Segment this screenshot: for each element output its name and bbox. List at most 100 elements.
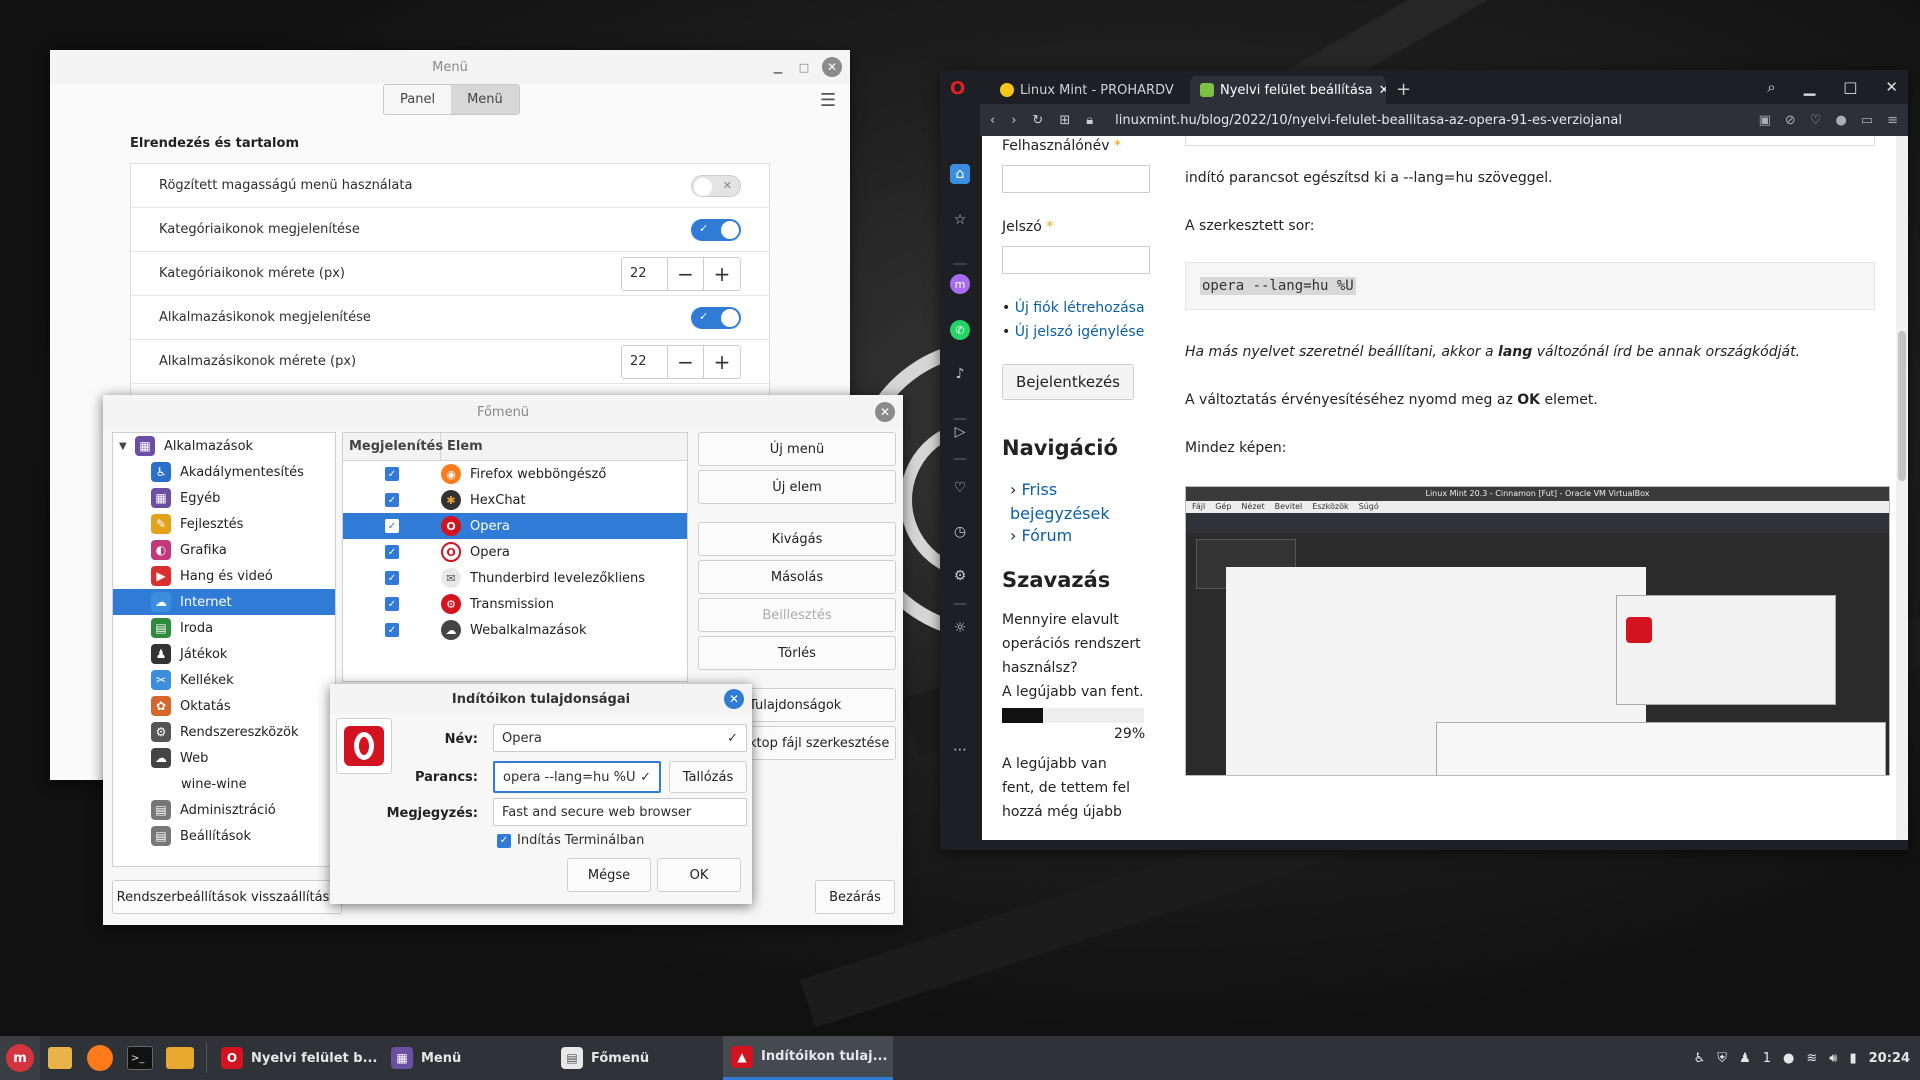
maximize-icon[interactable]: □ xyxy=(1843,78,1857,96)
history-icon[interactable]: ◷ xyxy=(950,522,970,542)
browse-button[interactable]: Tallózás xyxy=(669,761,747,793)
launcher-icon-button[interactable] xyxy=(336,718,392,774)
minus-icon[interactable]: − xyxy=(668,345,704,378)
dialog-titlebar[interactable]: Indítóikon tulajdonságai ✕ xyxy=(330,684,752,714)
accessibility-icon[interactable]: ♿ xyxy=(1694,1051,1706,1066)
tiktok-icon[interactable]: ♪ xyxy=(950,364,970,384)
battery-icon[interactable]: ▮ xyxy=(1849,1051,1856,1066)
list-item[interactable]: ✓ O Opera xyxy=(343,513,687,539)
url-field[interactable]: linuxmint.hu/blog/2022/10/nyelvi-felulet… xyxy=(1115,113,1622,128)
close-icon[interactable]: ✕ xyxy=(875,402,895,422)
category-icons-toggle[interactable]: ✓ xyxy=(691,218,741,241)
column-header-show[interactable]: Megjelenítés xyxy=(343,433,443,460)
delete-button[interactable]: Törlés xyxy=(698,636,896,670)
spin-value[interactable]: 22 xyxy=(622,345,668,378)
workspace-indicator[interactable]: 1 xyxy=(1763,1051,1771,1066)
spin-value[interactable]: 22 xyxy=(622,257,668,290)
taskbar-task[interactable]: ▲ Indítóikon tulaj... xyxy=(723,1036,893,1080)
taskbar-task[interactable]: O Nyelvi felület b... xyxy=(213,1036,383,1080)
taskbar-task[interactable]: ▦ Menü xyxy=(383,1036,553,1080)
adblock-icon[interactable]: ⊘ xyxy=(1785,113,1796,128)
scrollbar-thumb[interactable] xyxy=(1898,331,1906,481)
home-icon[interactable]: ⌂ xyxy=(950,164,970,184)
heart-icon[interactable]: ♡ xyxy=(1810,113,1822,128)
shield-icon[interactable]: ⛨ xyxy=(1717,1051,1727,1066)
reload-icon[interactable]: ↻ xyxy=(1032,113,1043,128)
tab-panel[interactable]: Panel xyxy=(384,85,452,114)
show-checkbox[interactable]: ✓ xyxy=(385,545,399,559)
expander-icon[interactable]: ▼ xyxy=(119,441,127,452)
network-icon[interactable]: ≋ xyxy=(1806,1051,1817,1066)
list-item[interactable]: ✓ O Opera xyxy=(343,539,687,565)
password-input[interactable] xyxy=(1002,246,1150,274)
tips-icon[interactable]: ☼ xyxy=(950,618,970,638)
new-tab-icon[interactable]: + xyxy=(1396,79,1411,100)
messenger-icon[interactable]: m xyxy=(950,274,970,294)
embedded-screenshot[interactable]: Linux Mint 20.3 - Cinnamon [Fut] - Oracl… xyxy=(1185,486,1890,776)
minimize-icon[interactable]: ▁ xyxy=(1804,78,1816,96)
tree-item[interactable]: ♟ Játékok xyxy=(113,641,335,667)
fomenu-titlebar[interactable]: Főmenü ✕ xyxy=(103,395,903,429)
minimize-icon[interactable]: ▁ xyxy=(770,59,786,75)
show-checkbox[interactable]: ✓ xyxy=(385,493,399,507)
newpass-link[interactable]: • Új jelszó igénylése xyxy=(1002,324,1144,340)
snapshot-icon[interactable]: ▣ xyxy=(1759,113,1771,128)
tree-item[interactable]: ◐ Grafika xyxy=(113,537,335,563)
tree-item[interactable]: ▶ Hang és videó xyxy=(113,563,335,589)
list-item[interactable]: ✓ ☁ Webalkalmazások xyxy=(343,617,687,643)
battery-saver-icon[interactable]: ▭ xyxy=(1861,113,1873,128)
close-icon[interactable]: ✕ xyxy=(724,689,744,709)
tree-item[interactable]: ✿ Oktatás xyxy=(113,693,335,719)
login-button[interactable]: Bejelentkezés xyxy=(1002,364,1134,400)
back-icon[interactable]: ‹ xyxy=(990,113,995,128)
fixed-height-toggle[interactable]: ✕ xyxy=(691,174,741,197)
mint-menu-button[interactable]: m xyxy=(0,1036,40,1080)
name-field[interactable]: Opera ✓ xyxy=(493,724,747,752)
heart-icon[interactable]: ♡ xyxy=(950,478,970,498)
list-item[interactable]: ✓ ✱ HexChat xyxy=(343,487,687,513)
easy-setup-icon[interactable]: ≡ xyxy=(1887,113,1898,128)
tree-item[interactable]: ♿ Akadálymentesítés xyxy=(113,459,335,485)
more-icon[interactable]: ⋯ xyxy=(950,740,970,760)
show-desktop-launcher[interactable] xyxy=(40,1036,80,1080)
command-field[interactable]: opera --lang=hu %U ✓ xyxy=(493,761,661,793)
nav-link-forum[interactable]: › Fórum xyxy=(1010,526,1072,545)
maximize-icon[interactable]: □ xyxy=(796,59,812,75)
taskbar-task[interactable]: ▤ Főmenü xyxy=(553,1036,723,1080)
new-item-button[interactable]: Új elem xyxy=(698,470,896,504)
tree-item[interactable]: ✎ Fejlesztés xyxy=(113,511,335,537)
terminal-option[interactable]: ✓ Indítás Terminálban xyxy=(497,833,644,848)
plus-icon[interactable]: + xyxy=(704,346,740,378)
forward-icon[interactable]: › xyxy=(1011,113,1016,128)
tree-item[interactable]: ⚙ Rendszereszközök xyxy=(113,719,335,745)
tree-item[interactable]: ▦ Egyéb xyxy=(113,485,335,511)
terminal-checkbox[interactable]: ✓ xyxy=(497,833,511,848)
minus-icon[interactable]: − xyxy=(668,257,704,290)
nav-link-recent[interactable]: › Friss bejegyzések xyxy=(1010,478,1140,526)
close-tab-icon[interactable]: ✕ xyxy=(1373,83,1386,98)
search-tabs-icon[interactable]: ⌕ xyxy=(1767,78,1775,96)
show-checkbox[interactable]: ✓ xyxy=(385,623,399,637)
page-scrollbar[interactable] xyxy=(1896,136,1908,840)
list-item[interactable]: ✓ ◉ Firefox webböngésző xyxy=(343,461,687,487)
close-icon[interactable]: ✕ xyxy=(1885,78,1898,96)
clock[interactable]: 20:24 xyxy=(1869,1051,1910,1066)
tree-item[interactable]: ▤ Adminisztráció xyxy=(113,797,335,823)
ok-button[interactable]: OK xyxy=(657,858,741,892)
tree-item[interactable]: ✂ Kellékek xyxy=(113,667,335,693)
tree-item[interactable]: ▼ ▦ Alkalmazások xyxy=(113,433,335,459)
tab-menu[interactable]: Menü xyxy=(451,85,519,114)
register-link[interactable]: • Új fiók létrehozása xyxy=(1002,300,1145,316)
hamburger-menu-icon[interactable]: ☰ xyxy=(820,90,836,111)
speed-dial-icon[interactable]: ⊞ xyxy=(1059,113,1070,128)
files-launcher[interactable] xyxy=(160,1036,200,1080)
cut-button[interactable]: Kivágás xyxy=(698,522,896,556)
notifications-icon[interactable]: ♟ xyxy=(1739,1051,1751,1066)
whatsapp-icon[interactable]: ✆ xyxy=(950,320,970,340)
tree-item[interactable]: ▤ Iroda xyxy=(113,615,335,641)
tree-item[interactable]: ▤ Beállítások xyxy=(113,823,335,849)
reset-defaults-button[interactable]: Rendszerbeállítások visszaállítása xyxy=(112,880,342,914)
settings-icon[interactable]: ⚙ xyxy=(950,566,970,586)
terminal-launcher[interactable]: >_ xyxy=(120,1036,160,1080)
menu-window-titlebar[interactable]: Menü ▁ □ ✕ xyxy=(50,50,850,84)
